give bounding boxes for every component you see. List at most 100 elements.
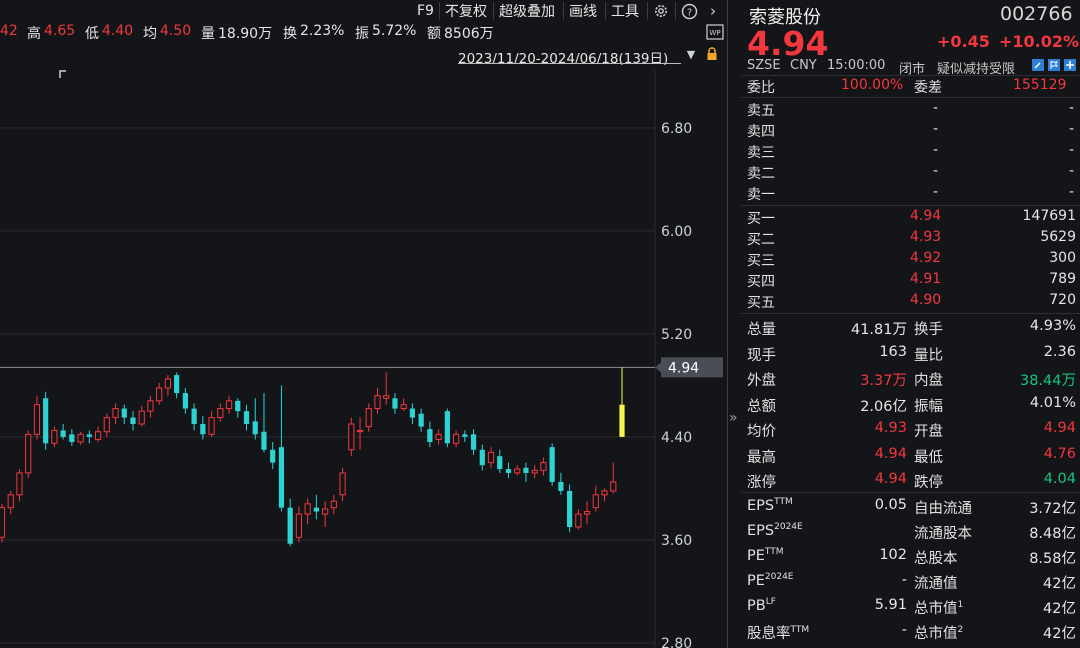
svg-text:WP: WP — [709, 29, 720, 37]
candle-body — [365, 408, 372, 428]
collapse-arrow-icon[interactable]: » — [729, 410, 741, 430]
toolbar-divider — [563, 2, 564, 20]
bid-price: 4.91 — [910, 271, 942, 287]
bid-volume: 789 — [1049, 271, 1076, 287]
candle-body — [330, 500, 337, 509]
svg-text:?: ? — [686, 7, 691, 18]
candle-body — [592, 494, 599, 509]
fundamental-value: 102 — [879, 547, 907, 563]
candle-body — [400, 404, 407, 410]
toolbar-divider — [605, 2, 606, 20]
bid-volume: 720 — [1049, 292, 1076, 308]
candle-body — [313, 507, 319, 512]
candle-body — [243, 411, 250, 425]
candle-body — [164, 378, 172, 389]
stat-label: 现手 — [747, 347, 776, 364]
quote-time: 15:00:00 — [827, 58, 886, 73]
candle-body — [60, 430, 66, 437]
candle-body — [567, 490, 573, 527]
fundamental-value: 42亿 — [1043, 626, 1076, 642]
candle-body — [217, 408, 224, 419]
candle-body — [374, 395, 381, 410]
candle-body — [156, 387, 163, 402]
chevron-right-icon[interactable]: › — [703, 1, 723, 21]
fundamental-suffix: 1 — [957, 600, 964, 611]
ask-volume: - — [1069, 163, 1075, 179]
stat-value: 38.44万 — [1019, 373, 1076, 389]
fundamental-suffix: TTM — [774, 497, 793, 507]
price-tick-label: 4.40 — [661, 430, 692, 446]
candlestick-chart[interactable]: 6.80 6.00 5.20 4.40 3.60 2.80 4.94 — [0, 70, 727, 648]
stat-value: 4.01% — [1029, 394, 1076, 411]
stat-value: 4.04 — [1043, 471, 1076, 487]
candle-body — [549, 447, 555, 482]
candle-body — [295, 513, 303, 538]
ask-price: - — [933, 184, 939, 200]
no-adjust-button[interactable]: 不复权 — [445, 0, 487, 22]
bid-label: 买一 — [747, 211, 775, 227]
stat-label: 均价 — [747, 424, 776, 440]
tools-button[interactable]: 工具 — [611, 0, 639, 22]
candle-body — [43, 398, 49, 444]
draw-line-button[interactable]: 画线 — [569, 0, 597, 22]
fundamental-name: EPS — [747, 522, 775, 539]
candle-body — [138, 410, 145, 425]
exchange: SZSE — [747, 58, 781, 73]
candle-body — [86, 434, 92, 437]
lock-icon[interactable] — [704, 46, 720, 62]
ask-label: 卖三 — [747, 145, 775, 161]
candle-body — [339, 472, 346, 496]
bid-label: 买二 — [747, 232, 775, 248]
fundamental-label: EPSTTM — [747, 497, 793, 514]
stat-label: 振幅 — [914, 398, 943, 415]
candle-body — [270, 449, 276, 463]
high-value: 4.65 — [44, 23, 76, 39]
stat-label: 换手 — [914, 322, 943, 338]
stat-label: 最低 — [914, 449, 943, 466]
help-icon[interactable]: ? — [679, 1, 699, 21]
fundamental-label: PETTM — [747, 547, 784, 564]
stat-value: 4.94 — [1043, 420, 1076, 436]
super-overlay-button[interactable]: 超级叠加 — [499, 0, 555, 22]
candle-body — [505, 469, 512, 473]
candle-body — [51, 429, 58, 444]
candle-body — [575, 513, 582, 528]
gear-icon[interactable] — [651, 1, 671, 21]
bid-price: 4.93 — [910, 229, 942, 245]
fundamental-label: PBLF — [747, 597, 776, 614]
quote-panel: 索菱股份 002766 4.94 +0.45 +10.02% SZSE CNY … — [741, 0, 1080, 648]
stat-value: 4.93% — [1029, 318, 1076, 334]
bid-price: 4.92 — [910, 250, 942, 266]
ask-label: 卖二 — [747, 166, 775, 182]
fundamental-label: 总市值1 — [914, 597, 963, 618]
candle-body — [583, 511, 591, 515]
panel-divider — [727, 0, 728, 648]
flag-icon[interactable] — [1047, 57, 1061, 73]
add-icon[interactable] — [1063, 57, 1077, 73]
fundamental-label: PE2024E — [747, 572, 794, 589]
price-tick-label: 3.60 — [661, 533, 692, 549]
price-tick-label: 6.00 — [661, 224, 692, 240]
date-range-label[interactable]: 2023/11/20-2024/06/18(139日) — [458, 47, 668, 67]
candle-body — [514, 468, 521, 474]
candle-body — [261, 431, 267, 450]
fundamental-name: 股息率 — [747, 626, 791, 642]
candle-body — [523, 467, 529, 473]
fundamental-value: 42亿 — [1043, 601, 1076, 617]
order-diff-label: 委差 — [914, 80, 942, 96]
candle-body — [418, 413, 424, 427]
f9-button[interactable]: F9 — [417, 0, 434, 22]
stat-label: 开盘 — [914, 424, 943, 440]
candle-body — [427, 429, 433, 443]
wp-icon[interactable]: WP — [705, 23, 725, 41]
ask-price: - — [933, 121, 939, 137]
fundamental-label: 流通股本 — [914, 522, 972, 543]
candle-body — [610, 481, 617, 492]
dropdown-triangle-icon[interactable]: ▼ — [684, 46, 698, 62]
ask-volume: - — [1069, 121, 1075, 137]
stat-value: 4.93 — [874, 420, 907, 436]
stat-label: 总额 — [747, 398, 776, 415]
volume-label: 量 — [201, 26, 215, 42]
edit-icon[interactable] — [1031, 57, 1045, 73]
fundamental-label: EPS2024E — [747, 522, 803, 539]
